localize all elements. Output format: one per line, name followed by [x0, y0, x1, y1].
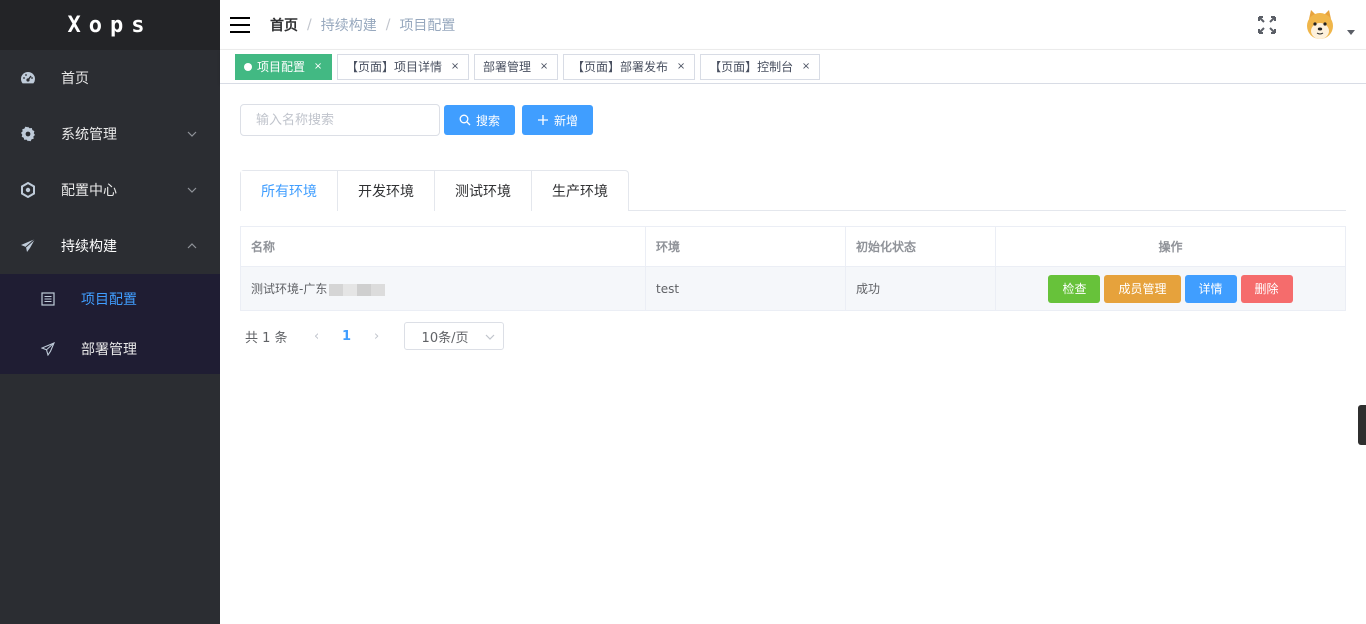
tag-label: 【页面】部署发布 [572, 60, 669, 74]
close-icon[interactable]: × [539, 61, 549, 72]
doge-avatar-icon [1302, 7, 1338, 43]
pagination: 共 1 条 ‹ 1 › 10条/页 [245, 322, 504, 350]
tags-view: 项目配置 × 【页面】项目详情 × 部署管理 × 【页面】部署发布 × 【页面】… [220, 50, 1366, 84]
close-icon[interactable]: × [313, 61, 323, 72]
project-name: 测试环境-广东 [251, 282, 328, 296]
breadcrumb-separator: / [307, 16, 312, 33]
tag-deploy-release[interactable]: 【页面】部署发布 × [563, 53, 696, 80]
table-row: 测试环境-广东 test 成功 检查 成员管理 详情 删除 [240, 266, 1346, 311]
redacted-mask [329, 283, 386, 296]
sidebar-item-label: 系统管理 [61, 127, 117, 143]
hexagon-icon [20, 182, 36, 198]
chevron-down-icon [485, 334, 494, 340]
tag-label: 【页面】项目详情 [346, 60, 443, 74]
breadcrumb: 首页 / 持续构建 / 项目配置 [270, 15, 455, 35]
member-management-button[interactable]: 成员管理 [1104, 274, 1181, 303]
avatar[interactable] [1302, 7, 1338, 43]
close-icon[interactable]: × [801, 61, 811, 72]
cell-actions: 检查 成员管理 详情 删除 [995, 266, 1346, 311]
active-dot-icon [244, 62, 252, 71]
search-button[interactable]: 搜索 [444, 105, 516, 135]
plus-icon [538, 115, 549, 125]
gear-icon [20, 126, 36, 142]
sidebar-item-label: 项目配置 [81, 292, 137, 308]
tag-project-detail[interactable]: 【页面】项目详情 × [337, 53, 470, 80]
add-button[interactable]: 新增 [522, 105, 594, 135]
add-button-label: 新增 [554, 113, 579, 128]
page-size-select[interactable]: 10条/页 [403, 322, 504, 350]
delete-button[interactable]: 删除 [1240, 274, 1293, 303]
tab-prod-env[interactable]: 生产环境 [531, 171, 628, 211]
sidebar-item-label: 首页 [61, 71, 89, 87]
sidebar-subitem-deploy-management[interactable]: 部署管理 [0, 324, 220, 374]
cell-env: test [645, 266, 846, 311]
close-icon[interactable]: × [676, 61, 686, 72]
breadcrumb-separator: / [385, 16, 391, 33]
column-header-status: 初始化状态 [845, 226, 996, 267]
sidebar: Xops 首页 系统管理 配置中心 持续构建 项目配置 部署管理 [0, 0, 220, 624]
chevron-up-icon [187, 243, 197, 249]
column-header-name: 名称 [240, 226, 646, 267]
tag-label: 项目配置 [257, 60, 306, 74]
header-right [1257, 0, 1356, 50]
column-header-env: 环境 [645, 226, 846, 267]
breadcrumb-continuous-build: 持续构建 [320, 17, 377, 34]
prev-page-button[interactable]: ‹ [302, 329, 332, 344]
pagination-total: 共 1 条 [245, 330, 288, 346]
main-content: 搜索 新增 所有环境 开发环境 测试环境 生产环境 名称 环境 初始化状态 操作… [220, 84, 1366, 624]
tag-label: 部署管理 [483, 60, 532, 74]
chevron-down-icon [187, 131, 197, 137]
next-page-button[interactable]: › [362, 329, 392, 344]
cell-name: 测试环境-广东 [240, 266, 646, 311]
caret-down-icon[interactable] [1346, 27, 1356, 37]
tag-label: 【页面】控制台 [709, 60, 794, 74]
toolbar: 搜索 新增 [240, 104, 594, 136]
app-logo: Xops [0, 0, 220, 50]
sidebar-item-label: 配置中心 [61, 183, 117, 199]
table-header-row: 名称 环境 初始化状态 操作 [240, 226, 1346, 267]
sidebar-item-continuous-build[interactable]: 持续构建 [0, 218, 220, 274]
breadcrumb-project-config: 项目配置 [399, 17, 456, 34]
column-header-actions: 操作 [995, 226, 1346, 267]
tab-all-env[interactable]: 所有环境 [241, 171, 337, 212]
sidebar-item-label: 部署管理 [81, 342, 137, 358]
env-tabs: 所有环境 开发环境 测试环境 生产环境 [240, 170, 1346, 212]
list-icon [40, 291, 56, 307]
close-icon[interactable]: × [450, 61, 460, 72]
chevron-down-icon [187, 187, 197, 193]
tag-console[interactable]: 【页面】控制台 × [700, 53, 821, 80]
page-number[interactable]: 1 [332, 329, 362, 344]
top-header: 首页 / 持续构建 / 项目配置 [220, 0, 1366, 50]
hamburger-menu-icon[interactable] [230, 16, 250, 33]
tab-dev-env[interactable]: 开发环境 [337, 171, 434, 211]
search-button-label: 搜索 [476, 113, 501, 128]
sidebar-item-config-center[interactable]: 配置中心 [0, 162, 220, 218]
submenu-continuous-build: 项目配置 部署管理 [0, 274, 220, 374]
detail-button[interactable]: 详情 [1184, 274, 1237, 303]
page-size-value: 10条/页 [421, 330, 469, 346]
drawer-handle[interactable] [1358, 405, 1366, 445]
tag-project-config[interactable]: 项目配置 × [235, 53, 333, 80]
breadcrumb-home[interactable]: 首页 [270, 15, 298, 35]
sidebar-item-system[interactable]: 系统管理 [0, 106, 220, 162]
sidebar-item-home[interactable]: 首页 [0, 50, 220, 106]
check-button[interactable]: 检查 [1048, 274, 1101, 303]
sidebar-subitem-project-config[interactable]: 项目配置 [0, 274, 220, 324]
dashboard-icon [20, 70, 36, 86]
search-input[interactable] [240, 104, 440, 136]
project-table: 名称 环境 初始化状态 操作 测试环境-广东 test 成功 检查 成员管理 详… [240, 226, 1346, 311]
sidebar-item-label: 持续构建 [61, 239, 117, 255]
send-icon [20, 238, 36, 254]
cell-status: 成功 [845, 266, 996, 311]
fullscreen-icon[interactable] [1257, 15, 1277, 35]
tag-deploy-management[interactable]: 部署管理 × [474, 53, 559, 80]
send-outline-icon [40, 341, 56, 357]
tab-test-env[interactable]: 测试环境 [434, 171, 531, 211]
search-icon [459, 114, 471, 126]
